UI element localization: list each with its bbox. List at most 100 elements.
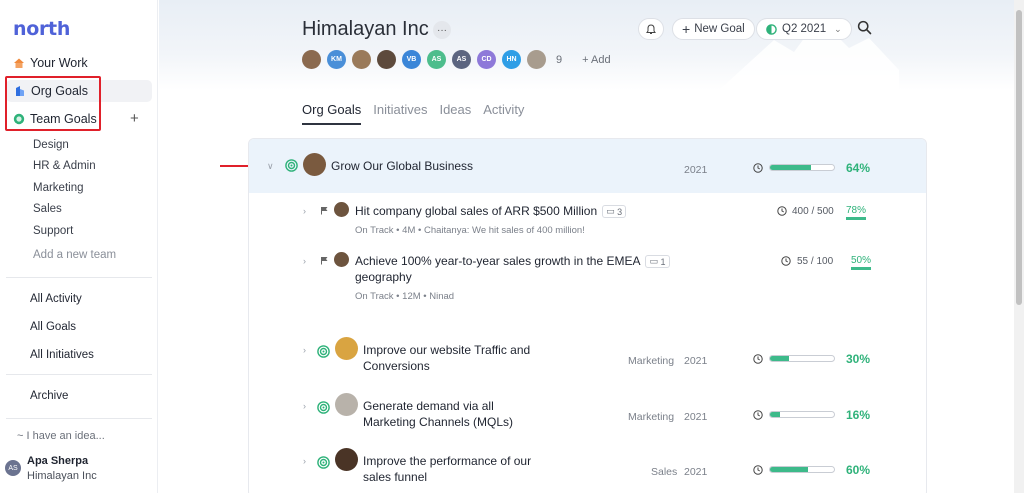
- kr-name-line2[interactable]: geography: [355, 270, 412, 284]
- nav-org-goals-label: Org Goals: [31, 84, 88, 98]
- kr-owner-avatar: [334, 202, 349, 217]
- nav-all-goals[interactable]: All Goals: [30, 321, 76, 333]
- kr-meta: On Track • 12M • Ninad: [355, 291, 455, 302]
- kr-age: 4M: [402, 225, 416, 236]
- clock-icon: [753, 410, 763, 420]
- search-button[interactable]: [857, 20, 872, 40]
- nav-org-goals[interactable]: Org Goals: [6, 80, 152, 102]
- notification-button[interactable]: [638, 18, 664, 40]
- kr-status: On Track: [355, 291, 394, 302]
- kr-name[interactable]: Hit company global sales of ARR $500 Mil…: [355, 204, 597, 218]
- comment-icon: ▭: [606, 206, 615, 217]
- add-new-team-link[interactable]: Add a new team: [33, 249, 116, 261]
- kr-note: Chaitanya: We hit sales of 400 million!: [423, 225, 585, 236]
- flag-icon: [321, 207, 328, 215]
- goal-year: 2021: [684, 164, 708, 176]
- add-team-plus-icon[interactable]: +: [130, 110, 139, 127]
- child-goal-year: 2021: [684, 466, 708, 478]
- key-result-row[interactable]: › Hit company global sales of ARR $500 M…: [249, 199, 926, 239]
- child-goal-team: Sales: [651, 466, 678, 478]
- team-design[interactable]: Design: [33, 139, 69, 151]
- child-goal-name[interactable]: Improve the performance of our: [363, 454, 531, 468]
- nav-team-goals[interactable]: Team Goals: [13, 108, 97, 130]
- tab-org-goals[interactable]: Org Goals: [302, 102, 362, 125]
- comment-badge[interactable]: ▭ 3: [602, 205, 627, 219]
- owner-avatar: [303, 153, 326, 176]
- child-goal-progress-bar: [769, 411, 835, 418]
- child-goal-row[interactable]: › Improve the performance of our sales fun…: [249, 448, 926, 492]
- child-goal-name-line2[interactable]: Marketing Channels (MQLs): [363, 415, 513, 429]
- scrollbar-thumb[interactable]: [1016, 10, 1022, 305]
- member-avatar[interactable]: CD: [477, 50, 496, 69]
- team-support[interactable]: Support: [33, 225, 73, 237]
- team-hr-admin[interactable]: HR & Admin: [33, 160, 96, 172]
- page-scrollbar[interactable]: [1014, 0, 1024, 493]
- flag-icon: [321, 257, 328, 265]
- member-avatar[interactable]: [377, 50, 396, 69]
- nav-all-initiatives[interactable]: All Initiatives: [30, 349, 94, 361]
- user-name: Apa Sherpa: [27, 455, 89, 467]
- kr-percent: 50%: [851, 255, 872, 270]
- tab-activity[interactable]: Activity: [483, 102, 524, 125]
- nav-archive[interactable]: Archive: [30, 390, 68, 402]
- nav-your-work[interactable]: Your Work: [13, 52, 88, 74]
- kr-name-wrap: Achieve 100% year-to-year sales growth i…: [355, 254, 670, 269]
- key-result-row[interactable]: › Achieve 100% year-to-year sales growth…: [249, 251, 926, 306]
- member-avatar[interactable]: [527, 50, 546, 69]
- member-avatar[interactable]: VB: [402, 50, 421, 69]
- goal-name[interactable]: Grow Our Global Business: [331, 159, 473, 173]
- child-goal-progress-fill: [770, 467, 809, 472]
- sidebar-divider: [6, 374, 152, 375]
- child-goal-name[interactable]: Improve our website Traffic and: [363, 343, 530, 357]
- more-options-button[interactable]: ···: [433, 21, 451, 39]
- goal-target-icon: [317, 401, 330, 414]
- chevron-down-icon[interactable]: ∨: [267, 161, 274, 172]
- chevron-right-icon[interactable]: ›: [303, 206, 306, 216]
- goals-panel: ∨ Grow Our Global Business 2021 64% › Hi…: [248, 138, 927, 493]
- child-goal-name-line2[interactable]: sales funnel: [363, 470, 427, 484]
- quarter-label: Q2 2021: [782, 23, 827, 35]
- home-icon: [13, 57, 25, 69]
- member-avatar[interactable]: HN: [502, 50, 521, 69]
- nav-all-activity[interactable]: All Activity: [30, 293, 82, 305]
- child-goal-year: 2021: [684, 411, 708, 423]
- team-marketing[interactable]: Marketing: [33, 182, 84, 194]
- kr-name[interactable]: Achieve 100% year-to-year sales growth i…: [355, 254, 640, 268]
- new-goal-label: New Goal: [694, 23, 745, 35]
- child-goal-name[interactable]: Generate demand via all: [363, 399, 494, 413]
- child-goal-name-line2[interactable]: Conversions: [363, 359, 430, 373]
- member-avatar[interactable]: AS: [452, 50, 471, 69]
- member-avatar[interactable]: KM: [327, 50, 346, 69]
- member-avatar[interactable]: [352, 50, 371, 69]
- chevron-right-icon[interactable]: ›: [303, 401, 306, 411]
- member-avatar[interactable]: AS: [427, 50, 446, 69]
- child-goal-year: 2021: [684, 355, 708, 367]
- chevron-right-icon[interactable]: ›: [303, 256, 306, 266]
- bell-icon: [646, 23, 656, 34]
- goal-tabs: Org Goals Initiatives Ideas Activity: [302, 102, 536, 125]
- team-sales[interactable]: Sales: [33, 203, 62, 215]
- kr-name-wrap: Hit company global sales of ARR $500 Mil…: [355, 204, 627, 219]
- user-profile[interactable]: AS Apa Sherpa Himalayan Inc: [5, 455, 97, 482]
- idea-link[interactable]: ~ I have an idea...: [17, 430, 105, 442]
- chevron-right-icon[interactable]: ›: [303, 345, 306, 355]
- app-logo[interactable]: north: [13, 18, 70, 40]
- child-goal-row[interactable]: › Improve our website Traffic and Conversi…: [249, 337, 926, 381]
- kr-value: 55 / 100: [797, 256, 834, 267]
- kr-percent: 78%: [846, 205, 867, 220]
- member-count: 9: [556, 53, 563, 66]
- clock-icon: [781, 256, 791, 266]
- add-member-link[interactable]: + Add: [582, 54, 610, 66]
- team-target-icon: [13, 113, 25, 125]
- member-avatars[interactable]: KM VB AS AS CD HN 9 + Add: [302, 50, 611, 69]
- child-goal-row[interactable]: › Generate demand via all Marketing Channe…: [249, 393, 926, 437]
- new-goal-button[interactable]: + New Goal: [672, 18, 755, 40]
- chevron-right-icon[interactable]: ›: [303, 456, 306, 466]
- member-avatar[interactable]: [302, 50, 321, 69]
- tab-initiatives[interactable]: Initiatives: [373, 102, 427, 125]
- sidebar-divider: [6, 418, 152, 419]
- quarter-selector[interactable]: Q2 2021 ⌄: [756, 18, 852, 40]
- tab-ideas[interactable]: Ideas: [439, 102, 471, 125]
- comment-badge[interactable]: ▭ 1: [645, 255, 670, 269]
- goal-row-main[interactable]: ∨ Grow Our Global Business 2021 64%: [249, 139, 926, 193]
